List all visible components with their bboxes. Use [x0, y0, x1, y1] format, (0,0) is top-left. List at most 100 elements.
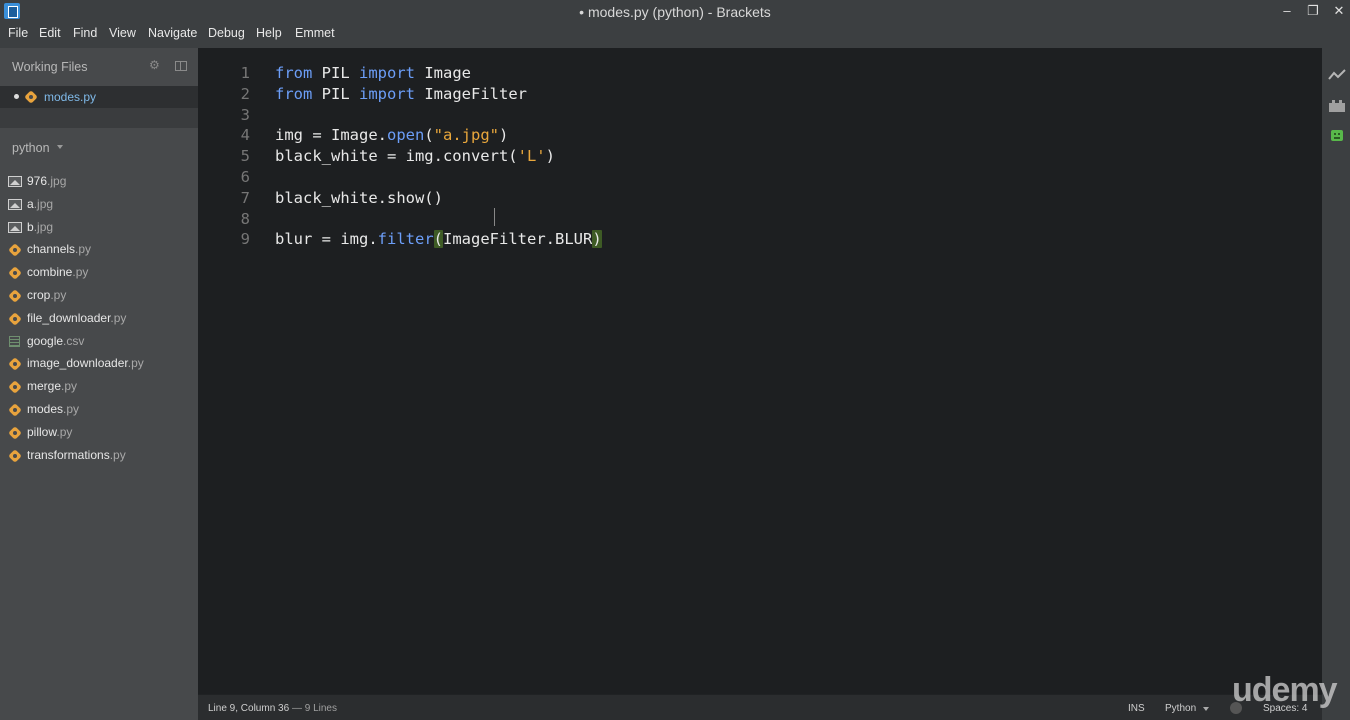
file-tree-item[interactable]: transformations.py	[0, 445, 198, 467]
code-line: 7 black_white.show()	[198, 188, 1322, 209]
matched-bracket: (	[433, 230, 443, 249]
file-basename: merge	[27, 379, 62, 394]
code-token: import	[359, 64, 415, 82]
file-tree-item[interactable]: b.jpg	[0, 217, 198, 239]
code-token: 'L'	[517, 147, 546, 166]
working-files-header: Working Files	[12, 60, 88, 74]
code-token: from	[275, 84, 313, 103]
menu-help[interactable]: Help	[256, 24, 282, 42]
working-file-item[interactable]: modes.py	[0, 86, 198, 108]
code-line: 9 blur = img.filter(ImageFilter.BLUR)	[198, 229, 1322, 250]
file-basename: channels	[27, 242, 76, 257]
file-tree-item[interactable]: a.jpg	[0, 194, 198, 216]
file-extension: .py	[56, 424, 73, 439]
restore-button[interactable]: ❐	[1303, 2, 1323, 20]
gear-icon[interactable]: ⚙	[149, 59, 161, 71]
window-title: • modes.py (python) - Brackets	[579, 4, 771, 20]
line-number: 3	[240, 105, 250, 124]
live-preview-icon[interactable]	[1328, 68, 1346, 82]
code-text: from PIL import ImageFilter	[275, 84, 527, 105]
code-token: PIL	[312, 64, 359, 82]
menu-find[interactable]: Find	[73, 24, 97, 42]
file-extension: .py	[110, 310, 127, 325]
chevron-down-icon[interactable]	[57, 145, 63, 149]
line-number: 8	[240, 209, 250, 228]
file-tree-item[interactable]: pillow.py	[0, 422, 198, 444]
cursor-position-text: Line 9, Column 36	[208, 703, 290, 714]
file-tree-item[interactable]: combine.py	[0, 262, 198, 284]
file-basename: google	[27, 333, 64, 348]
udemy-watermark: udemy	[1232, 671, 1338, 709]
menu-navigate[interactable]: Navigate	[148, 24, 197, 42]
python-file-icon	[9, 267, 21, 279]
file-basename: transformations	[27, 447, 110, 462]
code-editor[interactable]: 1 from PIL import Image 2 from PIL import I…	[198, 48, 1322, 694]
python-file-icon	[9, 427, 21, 439]
file-tree-item[interactable]: modes.py	[0, 399, 198, 421]
file-tree-item[interactable]: google.csv	[0, 331, 198, 353]
file-name: pillow.py	[27, 425, 72, 439]
file-extension: .csv	[63, 333, 85, 348]
python-file-icon	[9, 404, 21, 416]
close-button[interactable]: ✕	[1329, 2, 1349, 20]
csv-file-icon	[9, 335, 20, 347]
code-line: 4 img = Image.open("a.jpg")	[198, 125, 1322, 146]
code-text: img = Image.open("a.jpg")	[275, 125, 508, 146]
menu-file[interactable]: File	[8, 24, 28, 42]
file-tree-item[interactable]: merge.py	[0, 376, 198, 398]
sidebar: Working Files ⚙ modes.py python 976.jpg a…	[0, 48, 198, 720]
file-name: image_downloader.py	[27, 356, 144, 370]
code-text: black_white = img.convert('L')	[275, 146, 555, 167]
code-token: )	[545, 147, 555, 166]
file-name: google.csv	[27, 334, 84, 348]
file-tree-item[interactable]: file_downloader.py	[0, 308, 198, 330]
file-extension: .py	[72, 265, 89, 280]
project-dropdown[interactable]: python	[12, 141, 50, 155]
file-basename: modes	[27, 402, 64, 416]
code-token: PIL	[312, 84, 359, 103]
code-token: ImageFilter	[415, 84, 527, 103]
code-text: from PIL import Image	[275, 63, 471, 84]
file-basename: file_downloader	[27, 310, 111, 325]
code-token: filter	[377, 230, 434, 249]
line-number: 7	[240, 188, 250, 207]
menu-edit[interactable]: Edit	[39, 24, 61, 42]
menu-debug[interactable]: Debug	[208, 24, 245, 42]
file-name: transformations.py	[27, 448, 126, 462]
code-token: import	[359, 84, 415, 103]
file-tree-item[interactable]: 976.jpg	[0, 171, 198, 193]
line-number: 1	[240, 64, 250, 82]
mouse-cursor	[494, 208, 495, 226]
menu-view[interactable]: View	[109, 24, 136, 42]
matched-bracket: )	[592, 230, 602, 249]
code-line: 2 from PIL import ImageFilter	[198, 84, 1322, 105]
chevron-down-icon[interactable]	[1203, 707, 1209, 711]
title-bar: • modes.py (python) - Brackets – ❐ ✕	[0, 0, 1350, 22]
menu-emmet[interactable]: Emmet	[295, 24, 335, 42]
code-token: "a.jpg"	[433, 126, 499, 145]
line-number: 6	[240, 168, 250, 186]
line-number: 9	[240, 230, 250, 249]
split-view-icon[interactable]	[175, 61, 187, 71]
file-tree-item[interactable]: crop.py	[0, 285, 198, 307]
line-number: 2	[240, 84, 250, 103]
language-select[interactable]: Python	[1165, 703, 1196, 714]
file-tree-item[interactable]: channels.py	[0, 239, 198, 261]
insert-mode-toggle[interactable]: INS	[1128, 703, 1145, 714]
file-basename: b	[27, 219, 34, 234]
extension-icon[interactable]	[1328, 128, 1346, 142]
code-token: ImageFilter.BLUR	[443, 230, 593, 249]
file-basename: pillow	[27, 424, 57, 439]
file-basename: 976	[27, 174, 48, 188]
code-token: Image	[415, 64, 471, 82]
image-file-icon	[8, 176, 22, 187]
extension-manager-icon[interactable]	[1328, 99, 1346, 113]
file-basename: crop	[27, 288, 51, 302]
code-line: 6	[198, 167, 1322, 188]
code-line: 1 from PIL import Image	[198, 63, 1322, 84]
minimize-button[interactable]: –	[1277, 2, 1297, 20]
image-file-icon	[8, 198, 22, 210]
file-tree-item[interactable]: image_downloader.py	[0, 353, 198, 375]
code-token: black_white = img.convert(	[275, 147, 518, 166]
file-extension: .py	[109, 447, 126, 462]
